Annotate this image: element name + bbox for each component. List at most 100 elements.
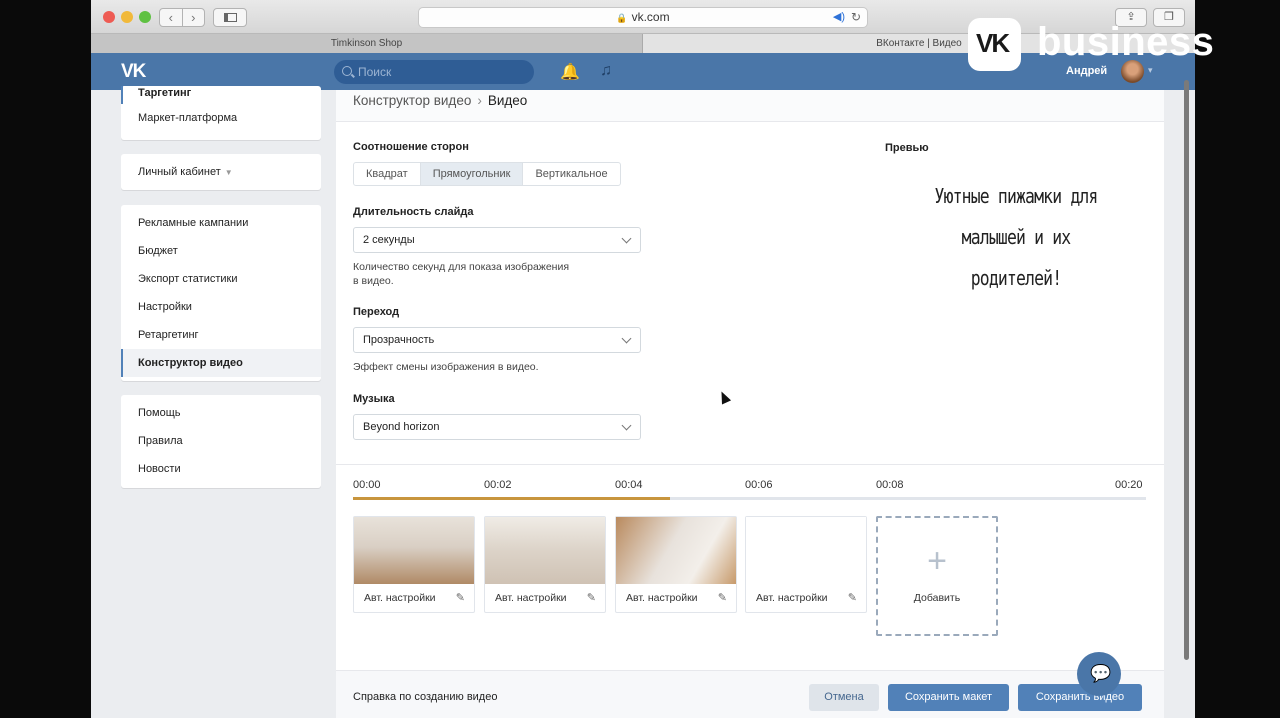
vk-logo-badge: VK [968,18,1021,71]
slide-card[interactable]: Авт. настройки ✎ [615,516,737,613]
watermark-text: business [1037,20,1215,64]
menu-item-help[interactable]: Помощь [121,399,321,427]
slide-photo [616,517,736,584]
action-footer: Справка по созданию видео Отмена Сохрани… [336,670,1164,718]
slide-card[interactable]: Авт. настройки ✎ [484,516,606,613]
aspect-option-rectangle[interactable]: Прямоугольник [419,163,523,185]
timeline-tick: 00:02 [484,479,512,491]
menu-group-cabinet: Личный кабинет ▼ [121,154,321,190]
aspect-ratio-selector: Квадрат Прямоугольник Вертикальное [353,162,621,186]
menu-group-help: Помощь Правила Новости [121,395,321,488]
page-scrollbar[interactable] [1184,80,1189,660]
chevron-down-icon: ▼ [224,168,233,177]
chat-button[interactable]: 💬 [1077,652,1121,696]
timeline-track[interactable] [353,497,1146,500]
music-select[interactable]: Beyond horizon [353,414,641,440]
sidebar-icon [224,13,237,22]
chat-icon: 💬 [1090,664,1112,683]
preview-label: Превью [885,142,929,154]
chevron-down-icon [621,333,632,344]
music-label: Музыка [353,393,395,405]
pencil-icon[interactable]: ✎ [456,591,465,604]
aspect-option-square[interactable]: Квадрат [354,163,420,185]
breadcrumb-parent[interactable]: Конструктор видео [353,93,471,108]
cabinet-label: Личный кабинет [138,166,221,178]
video-constructor-panel: Конструктор видео › Видео Соотношение стор… [336,90,1164,718]
pencil-icon[interactable]: ✎ [848,591,857,604]
slide-duration-hint-line1: Количество секунд для показа изображения [353,261,570,273]
slide-settings-label: Авт. настройки [756,592,828,604]
back-icon[interactable]: ‹ [160,9,182,26]
pencil-icon[interactable]: ✎ [587,591,596,604]
vk-business-watermark: VK business [968,18,1268,72]
search-icon [342,66,352,76]
reload-icon[interactable]: ↻ [851,8,861,27]
timeline-tick: 00:00 [353,479,381,491]
transition-select[interactable]: Прозрачность [353,327,641,353]
preview-line3: родителей! [970,266,1062,290]
lock-icon: 🔒 [616,13,628,23]
chevron-down-icon [621,420,632,431]
breadcrumb-trail: Конструктор видео › Видео [353,93,527,108]
search-placeholder: Поиск [358,65,392,79]
menu-item-budget[interactable]: Бюджет [121,237,321,265]
menu-item-settings[interactable]: Настройки [121,293,321,321]
help-link[interactable]: Справка по созданию видео [353,691,497,703]
aspect-option-vertical[interactable]: Вертикальное [522,163,619,185]
breadcrumb-separator: › [477,93,482,108]
menu-item-export-stats[interactable]: Экспорт статистики [121,265,321,293]
menu-item-market-platform[interactable]: Маркет-платформа [121,104,321,132]
bell-icon[interactable]: 🔔 [560,62,580,82]
vk-badge-text: VK [976,28,1010,58]
menu-item-video-constructor[interactable]: Конструктор видео [121,349,321,377]
slide-card[interactable]: Авт. настройки ✎ [745,516,867,613]
preview-canvas: Уютные пижамки для малышей и их родителе… [926,176,1106,299]
forward-icon[interactable]: › [181,9,205,26]
menu-item-rules[interactable]: Правила [121,427,321,455]
transition-hint: Эффект смены изображения в видео. [353,361,539,373]
address-text: vk.com [631,10,670,24]
menu-group-ads: Рекламные кампании Бюджет Экспорт статис… [121,205,321,381]
save-layout-button[interactable]: Сохранить макет [888,684,1009,711]
timeline-tick: 00:08 [876,479,904,491]
search-input[interactable]: Поиск [334,60,534,84]
add-slide-button[interactable]: + Добавить [876,516,998,636]
sidebar-toggle-button[interactable] [213,8,247,27]
plus-icon: + [927,542,947,580]
menu-item-campaigns[interactable]: Рекламные кампании [121,209,321,237]
menu-item-cabinet[interactable]: Личный кабинет ▼ [121,158,321,186]
breadcrumb: Конструктор видео › Видео [336,90,1164,122]
minimize-window-button[interactable] [121,11,133,23]
section-divider [336,464,1164,465]
chevron-down-icon [621,233,632,244]
slide-photo [354,517,474,584]
slide-card[interactable]: Авт. настройки ✎ [353,516,475,613]
pencil-icon[interactable]: ✎ [718,591,727,604]
slide-settings-label: Авт. настройки [626,592,698,604]
zoom-window-button[interactable] [139,11,151,23]
slide-duration-hint: Количество секунд для показа изображения… [353,260,569,288]
menu-item-targeting[interactable]: Таргетинг [121,86,321,104]
menu-item-news[interactable]: Новости [121,455,321,483]
transition-value: Прозрачность [363,334,435,346]
close-window-button[interactable] [103,11,115,23]
slide-duration-hint-line2: в видео. [353,275,394,287]
menu-group-top: Таргетинг Маркет-платформа [121,86,321,140]
save-video-button[interactable]: Сохранить видео [1018,684,1142,711]
slide-duration-select[interactable]: 2 секунды [353,227,641,253]
menu-item-retargeting[interactable]: Ретаргетинг [121,321,321,349]
breadcrumb-current: Видео [487,93,528,108]
slide-settings-label: Авт. настройки [364,592,436,604]
cancel-button[interactable]: Отмена [809,684,879,711]
tab-timkinson-shop[interactable]: Timkinson Shop [91,34,643,53]
vk-logo[interactable]: VK [121,61,146,83]
music-icon[interactable]: ♫ [600,62,612,80]
screen: ‹ › 🔒 vk.com ◀) ↻ ⇪ ❐ Timkinson Shop ВКон… [91,0,1195,718]
timeline-tick: 00:20 [1115,479,1143,491]
address-bar[interactable]: 🔒 vk.com ◀) ↻ [418,7,868,28]
timeline-tick: 00:06 [745,479,773,491]
audio-icon[interactable]: ◀) [833,8,845,27]
preview-line1: Уютные пижамки для [934,184,1099,208]
add-slide-label: Добавить [913,592,961,604]
preview-line2: малышей и их [961,225,1071,249]
